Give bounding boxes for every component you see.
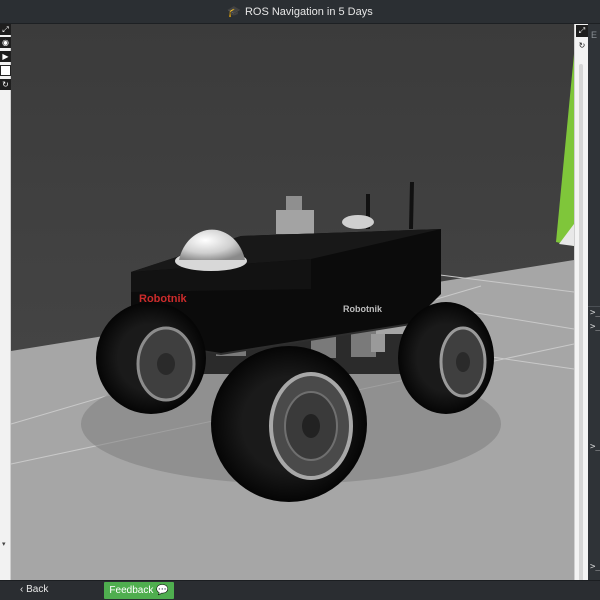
refresh-icon[interactable]: ↻ bbox=[0, 79, 11, 90]
editor-panel: E >_ >_ >_ >_ bbox=[588, 24, 600, 580]
title-bar: 🎓 ROS Navigation in 5 Days bbox=[0, 0, 600, 24]
shell-prompt[interactable]: >_ bbox=[590, 308, 600, 318]
eye-icon[interactable]: ◉ bbox=[0, 37, 11, 48]
rear-mast bbox=[276, 210, 314, 234]
shell-prompt[interactable]: >_ bbox=[590, 442, 600, 452]
back-label: Back bbox=[26, 584, 49, 595]
editor-label: E bbox=[591, 30, 598, 40]
collapse-caret-icon[interactable]: ▾ bbox=[2, 540, 6, 548]
wheel-rear-left bbox=[96, 302, 206, 414]
robot-logo-side: Robotnik bbox=[343, 304, 383, 314]
step-forward-icon[interactable]: ▶ bbox=[0, 51, 11, 62]
window-title: ROS Navigation in 5 Days bbox=[244, 5, 373, 18]
panel-divider bbox=[588, 306, 600, 307]
graduation-cap-icon: 🎓 bbox=[227, 6, 241, 18]
lidar-sensor bbox=[342, 215, 374, 229]
stop-icon[interactable] bbox=[0, 65, 11, 76]
simulation-viewport[interactable]: Robotnik Robotnik bbox=[11, 24, 574, 580]
feedback-button[interactable]: Feedback 💬 bbox=[104, 582, 174, 599]
right-toolbar: ⤢ ↻ ▾ bbox=[574, 24, 588, 600]
expand-icon[interactable]: ⤢ bbox=[0, 24, 11, 35]
chat-bubble-icon: 💬 bbox=[156, 585, 169, 596]
antenna-right bbox=[409, 181, 414, 230]
feedback-label: Feedback bbox=[109, 585, 154, 596]
gazebo-scene: Robotnik Robotnik bbox=[11, 24, 574, 580]
back-button[interactable]: ‹ Back bbox=[20, 584, 48, 595]
shell-prompt[interactable]: >_ bbox=[590, 562, 600, 572]
footer-bar: ‹ Back Feedback 💬 bbox=[0, 580, 600, 600]
wheel-rear-right bbox=[398, 302, 494, 414]
rear-mast-top bbox=[286, 196, 302, 212]
scrollbar[interactable] bbox=[579, 64, 583, 590]
refresh-icon[interactable]: ↻ bbox=[576, 40, 588, 52]
left-toolbar: ⤢ ◉ ▶ ↻ ▾ bbox=[0, 24, 11, 580]
wheel-front bbox=[211, 346, 367, 502]
shell-prompt[interactable]: >_ bbox=[590, 322, 600, 332]
expand-icon[interactable]: ⤢ bbox=[576, 25, 588, 37]
